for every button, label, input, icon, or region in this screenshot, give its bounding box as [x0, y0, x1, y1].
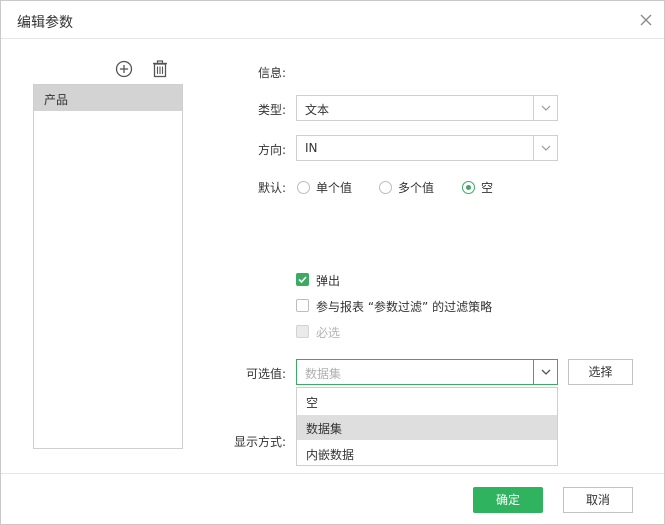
chevron-down-icon	[541, 145, 551, 151]
report-filter-checkbox[interactable]	[296, 299, 309, 312]
cancel-button[interactable]: 取消	[563, 487, 633, 513]
report-filter-label: 参与报表 “参数过滤” 的过滤策略	[316, 300, 493, 314]
dialog-titlebar: 编辑参数	[1, 1, 664, 39]
dialog-title: 编辑参数	[17, 15, 73, 31]
radio-multi-value-label: 多个值	[398, 181, 435, 195]
radio-single-value[interactable]	[297, 181, 310, 194]
choose-button[interactable]: 选择	[568, 359, 633, 385]
dropdown-option-embedded-data[interactable]: 内嵌数据	[297, 441, 557, 466]
radio-empty[interactable]	[462, 181, 475, 194]
radio-empty-label: 空	[481, 181, 494, 195]
dropdown-option-dataset[interactable]: 数据集	[297, 415, 557, 440]
optional-values-dropdown-toggle[interactable]	[533, 360, 557, 384]
optional-values-select[interactable]: 数据集	[296, 359, 558, 385]
popup-checkbox[interactable]	[296, 273, 309, 286]
parameter-list: 产品	[33, 84, 183, 449]
optional-values-value: 数据集	[305, 367, 342, 381]
popup-label: 弹出	[316, 274, 341, 288]
optional-values-dropdown-menu: 空 数据集 内嵌数据	[296, 387, 558, 466]
trash-icon[interactable]	[150, 59, 170, 79]
direction-dropdown-toggle[interactable]	[533, 136, 557, 160]
add-parameter-icon[interactable]	[114, 59, 134, 79]
type-select[interactable]: 文本	[296, 95, 558, 121]
required-label: 必选	[316, 326, 341, 340]
ok-button[interactable]: 确定	[473, 487, 543, 513]
direction-label: 方向:	[258, 143, 287, 157]
optional-values-label: 可选值:	[246, 367, 287, 381]
type-select-value: 文本	[305, 103, 330, 117]
radio-single-value-label: 单个值	[316, 181, 353, 195]
display-mode-label: 显示方式:	[234, 435, 287, 449]
type-label: 类型:	[258, 103, 287, 117]
radio-multi-value[interactable]	[379, 181, 392, 194]
direction-select[interactable]: IN	[296, 135, 558, 161]
type-dropdown-toggle[interactable]	[533, 96, 557, 120]
required-checkbox	[296, 325, 309, 338]
info-label: 信息:	[258, 66, 287, 80]
list-item[interactable]: 产品	[34, 85, 182, 111]
chevron-down-icon	[541, 369, 551, 375]
dropdown-option-empty[interactable]: 空	[297, 389, 557, 414]
dialog-footer: 确定 取消	[1, 473, 664, 524]
chevron-down-icon	[541, 105, 551, 111]
direction-select-value: IN	[305, 141, 318, 155]
close-icon[interactable]	[637, 11, 655, 29]
check-icon	[298, 276, 307, 284]
edit-parameter-dialog: 编辑参数 产品 信息: 类型: 文本 方向: IN 默认: 单个值 多个值 空 …	[0, 0, 665, 525]
default-label: 默认:	[258, 181, 287, 195]
